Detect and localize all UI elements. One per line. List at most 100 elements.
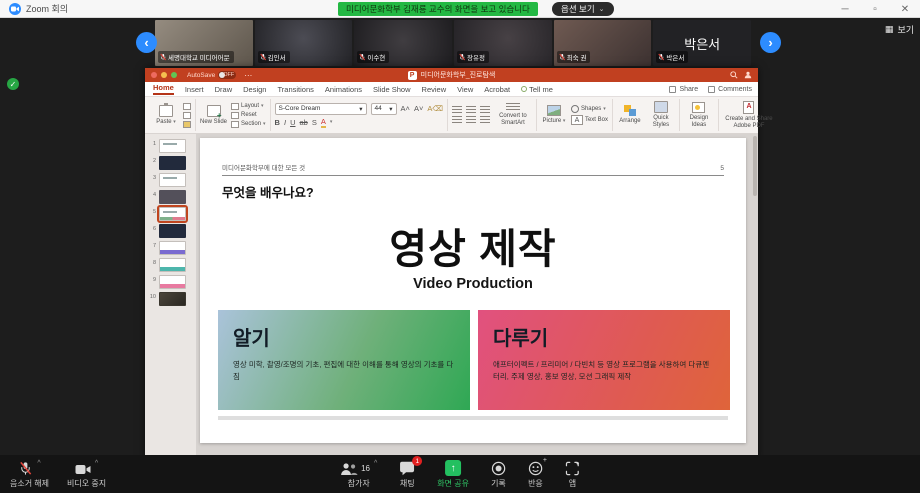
slide-thumbnail-row[interactable]: 7 <box>147 241 193 255</box>
design-ideas-button[interactable]: Design Ideas <box>684 102 714 129</box>
slide-thumbnail[interactable] <box>159 224 186 238</box>
share-button[interactable]: Share <box>669 86 698 93</box>
slide-thumbnail-row[interactable]: 6 <box>147 224 193 238</box>
slide-thumbnail[interactable] <box>159 292 186 306</box>
new-slide-button[interactable]: New Slide <box>200 105 227 126</box>
tab-slideshow[interactable]: Slide Show <box>373 85 411 94</box>
more-icon[interactable]: ⋯ <box>244 71 252 80</box>
slide-thumbnail[interactable] <box>159 173 186 187</box>
view-mode-button[interactable]: ▦ 보기 <box>885 23 914 36</box>
arrange-button[interactable]: Arrange <box>617 105 643 125</box>
underline-button[interactable]: U <box>290 118 295 127</box>
slide-thumbnail-row[interactable]: 4 <box>147 190 193 204</box>
unmute-button[interactable]: ^ 음소거 해제 <box>10 460 49 489</box>
slide-thumbnail-row[interactable]: 8 <box>147 258 193 272</box>
search-icon[interactable] <box>730 71 738 79</box>
font-name-select[interactable]: S-Core Dream▾ <box>275 103 367 115</box>
stop-video-button[interactable]: ^ 비디오 중지 <box>67 460 106 489</box>
shapes-button[interactable]: Shapes▾ <box>571 105 608 113</box>
slide-thumbnail[interactable] <box>159 139 186 153</box>
font-size-select[interactable]: 44▾ <box>371 103 397 115</box>
view-options-button[interactable]: 옵션 보기 ⌄ <box>552 2 614 16</box>
numbering-icon[interactable] <box>466 106 476 114</box>
chevron-up-icon[interactable]: ^ <box>95 460 98 467</box>
paste-button[interactable]: Paste ▾ <box>153 105 179 126</box>
share-screen-button[interactable]: ↑ 화면 공유 <box>437 460 469 489</box>
share-user-icon[interactable] <box>744 71 752 79</box>
autosave-switch[interactable]: OFF <box>218 71 236 79</box>
strip-next-button[interactable]: › <box>760 32 781 53</box>
strikethrough-button[interactable]: ab <box>299 118 307 127</box>
slide-thumbnail[interactable] <box>159 156 186 170</box>
tab-home[interactable]: Home <box>153 83 174 95</box>
shrink-font-icon[interactable]: A˅ <box>414 104 423 113</box>
tab-tellme[interactable]: Tell me <box>521 85 553 94</box>
comments-button[interactable]: Comments <box>708 86 752 93</box>
adobe-pdf-button[interactable]: Create and Share Adobe PDF <box>723 101 775 130</box>
maximize-button[interactable]: ▫ <box>860 4 890 15</box>
tab-transitions[interactable]: Transitions <box>277 85 313 94</box>
slide-thumbnail[interactable] <box>159 190 186 204</box>
tab-view[interactable]: View <box>457 85 473 94</box>
tab-animations[interactable]: Animations <box>325 85 362 94</box>
italic-button[interactable]: I <box>284 118 286 127</box>
text-box-button[interactable]: AText Box <box>571 115 608 125</box>
tab-acrobat[interactable]: Acrobat <box>484 85 510 94</box>
slide-thumbnail[interactable] <box>159 258 186 272</box>
minimize-button[interactable]: ─ <box>830 4 860 15</box>
participant-tile[interactable]: 이수현 <box>354 20 452 66</box>
participant-tile[interactable]: 박은서 박은서 <box>653 20 751 66</box>
convert-smartart-button[interactable]: Convert to SmartArt <box>494 103 532 127</box>
chat-button[interactable]: 1 채팅 <box>399 460 415 489</box>
autosave-toggle[interactable]: AutoSave OFF <box>187 71 236 79</box>
cut-icon[interactable] <box>183 103 191 110</box>
tab-insert[interactable]: Insert <box>185 85 204 94</box>
strip-prev-button[interactable]: ‹ <box>136 32 157 53</box>
reactions-button[interactable]: + 반응 <box>528 460 543 489</box>
slide-number: 6 <box>147 224 156 232</box>
reset-button[interactable]: Reset <box>231 112 266 119</box>
section-button[interactable]: Section▾ <box>231 121 266 128</box>
bullets-icon[interactable] <box>452 106 462 114</box>
format-painter-icon[interactable] <box>183 121 191 128</box>
slide-thumbnail-row[interactable]: 5 <box>147 207 193 221</box>
indent-icon[interactable] <box>480 106 490 114</box>
slide-thumbnail-row[interactable]: 1 <box>147 139 193 153</box>
layout-button[interactable]: Layout▾ <box>231 103 266 110</box>
tab-review[interactable]: Review <box>422 85 447 94</box>
participant-tile[interactable]: 세명대학교 미디어어문 <box>155 20 253 66</box>
slide-thumbnail-row[interactable]: 9 <box>147 275 193 289</box>
slide-thumbnail-row[interactable]: 3 <box>147 173 193 187</box>
slide-thumbnail[interactable] <box>159 275 186 289</box>
clear-format-icon[interactable]: A⌫ <box>427 104 443 113</box>
mac-close-button[interactable] <box>151 72 157 78</box>
participant-tile[interactable]: 김인서 <box>255 20 353 66</box>
align-right-icon[interactable] <box>480 116 490 124</box>
text-shadow-button[interactable]: S <box>312 118 317 127</box>
font-color-button[interactable]: A <box>321 117 326 128</box>
align-left-icon[interactable] <box>452 116 462 124</box>
slide-thumbnail-selected[interactable] <box>159 207 186 221</box>
tab-draw[interactable]: Draw <box>215 85 233 94</box>
mac-minimize-button[interactable] <box>161 72 167 78</box>
record-button[interactable]: 기록 <box>491 460 506 489</box>
mac-zoom-button[interactable] <box>171 72 177 78</box>
close-button[interactable]: ✕ <box>890 4 920 15</box>
participant-tile[interactable]: 최숙 권 <box>554 20 652 66</box>
apps-button[interactable]: 앱 <box>565 460 580 489</box>
quick-styles-button[interactable]: Quick Styles <box>647 101 675 129</box>
slide-thumbnail[interactable] <box>159 241 186 255</box>
copy-icon[interactable] <box>183 112 191 119</box>
grow-font-icon[interactable]: A˄ <box>401 104 410 113</box>
slide-thumbnail-row[interactable]: 10 <box>147 292 193 306</box>
chevron-up-icon[interactable]: ^ <box>374 460 377 467</box>
participants-button[interactable]: 16 ^ 참가자 <box>340 460 377 489</box>
bold-button[interactable]: B <box>275 118 280 127</box>
participant-tile[interactable]: 장유정 <box>454 20 552 66</box>
align-center-icon[interactable] <box>466 116 476 124</box>
canvas-scrollbar[interactable] <box>753 136 757 196</box>
chevron-up-icon[interactable]: ^ <box>37 460 40 467</box>
picture-button[interactable]: Picture ▾ <box>541 105 567 125</box>
tab-design[interactable]: Design <box>243 85 266 94</box>
slide-thumbnail-row[interactable]: 2 <box>147 156 193 170</box>
